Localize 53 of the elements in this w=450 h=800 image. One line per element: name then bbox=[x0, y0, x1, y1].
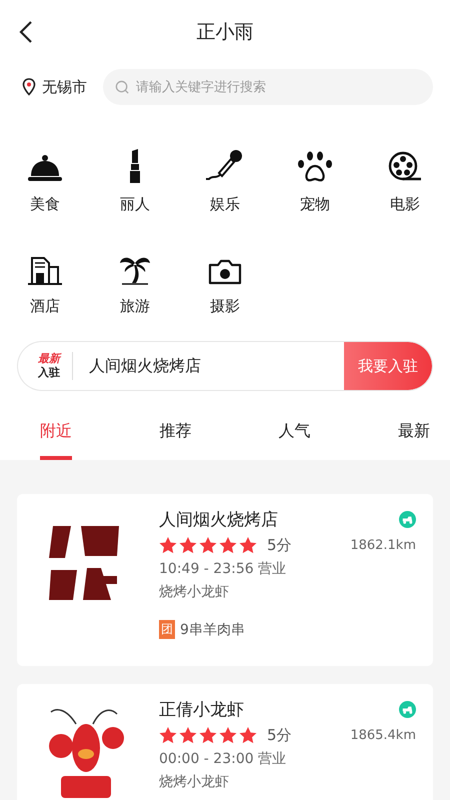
paw-icon bbox=[297, 151, 333, 183]
join-button[interactable]: 我要入驻 bbox=[344, 342, 432, 390]
new-badge: 最新 入驻 bbox=[18, 352, 73, 380]
store-card[interactable]: 正倩小龙虾 5分 1865.4km 00:00 - 23:00 营业 烧烤小龙虾 bbox=[17, 684, 433, 800]
lipstick-icon bbox=[128, 149, 142, 183]
store-name: 人间烟火烧烤店 bbox=[159, 509, 278, 531]
tab[interactable]: 最新 bbox=[398, 416, 430, 460]
store-card[interactable]: 人间烟火烧烤店 5分 1862.1km 10:49 - 23:56 营业 烧烤小龙虾 团 9串羊肉串 bbox=[17, 494, 433, 666]
deal-text: 9串羊肉串 bbox=[180, 620, 245, 638]
star-icon bbox=[219, 727, 237, 744]
star-icon bbox=[179, 727, 197, 744]
star-icon bbox=[199, 727, 217, 744]
star-icon bbox=[239, 537, 257, 554]
distance: 1865.4km bbox=[350, 728, 416, 743]
category-item[interactable]: 摄影 bbox=[180, 240, 270, 316]
rating-score: 5分 bbox=[267, 726, 292, 745]
star-icon bbox=[239, 727, 257, 744]
location-pin-icon bbox=[22, 78, 36, 96]
store-tags: 烧烤小龙虾 bbox=[159, 773, 416, 791]
distance: 1862.1km bbox=[350, 538, 416, 553]
search-icon bbox=[115, 80, 130, 95]
new-store-banner[interactable]: 最新 入驻 人间烟火烧烤店 我要入驻 bbox=[18, 342, 432, 390]
star-icon bbox=[159, 537, 177, 554]
opening-hours: 00:00 - 23:00 营业 bbox=[159, 750, 288, 768]
search-field[interactable]: 请输入关键字进行搜索 bbox=[103, 69, 433, 105]
category-item[interactable]: 酒店 bbox=[0, 240, 90, 316]
page-title: 正小雨 bbox=[196, 20, 254, 45]
store-tags: 烧烤小龙虾 bbox=[159, 583, 416, 601]
rating-score: 5分 bbox=[267, 536, 292, 555]
film-reel-icon bbox=[388, 151, 422, 183]
category-item[interactable]: 美食 bbox=[0, 138, 90, 214]
banner-store-name: 人间烟火烧烤店 bbox=[88, 356, 202, 376]
city-selector[interactable]: 无锡市 bbox=[42, 78, 87, 96]
cloche-icon bbox=[27, 153, 63, 183]
star-icon bbox=[179, 537, 197, 554]
microphone-icon bbox=[205, 149, 245, 183]
category-item[interactable]: 旅游 bbox=[90, 240, 180, 316]
category-item[interactable]: 宠物 bbox=[270, 138, 360, 214]
store-name: 正倩小龙虾 bbox=[159, 699, 244, 721]
tab[interactable]: 推荐 bbox=[159, 416, 192, 460]
category-item[interactable]: 丽人 bbox=[90, 138, 180, 214]
star-icon bbox=[219, 537, 237, 554]
back-icon[interactable] bbox=[19, 20, 33, 44]
category-item[interactable]: 娱乐 bbox=[180, 138, 270, 214]
star-icon bbox=[199, 537, 217, 554]
tab[interactable]: 人气 bbox=[278, 416, 311, 460]
opening-hours: 10:49 - 23:56 营业 bbox=[159, 560, 288, 578]
category-item[interactable]: 电影 bbox=[360, 138, 450, 214]
palm-tree-icon bbox=[119, 255, 151, 285]
camera-icon bbox=[208, 259, 242, 285]
building-icon bbox=[27, 255, 63, 285]
star-icon bbox=[159, 727, 177, 744]
group-deal-badge: 团 bbox=[159, 620, 175, 639]
